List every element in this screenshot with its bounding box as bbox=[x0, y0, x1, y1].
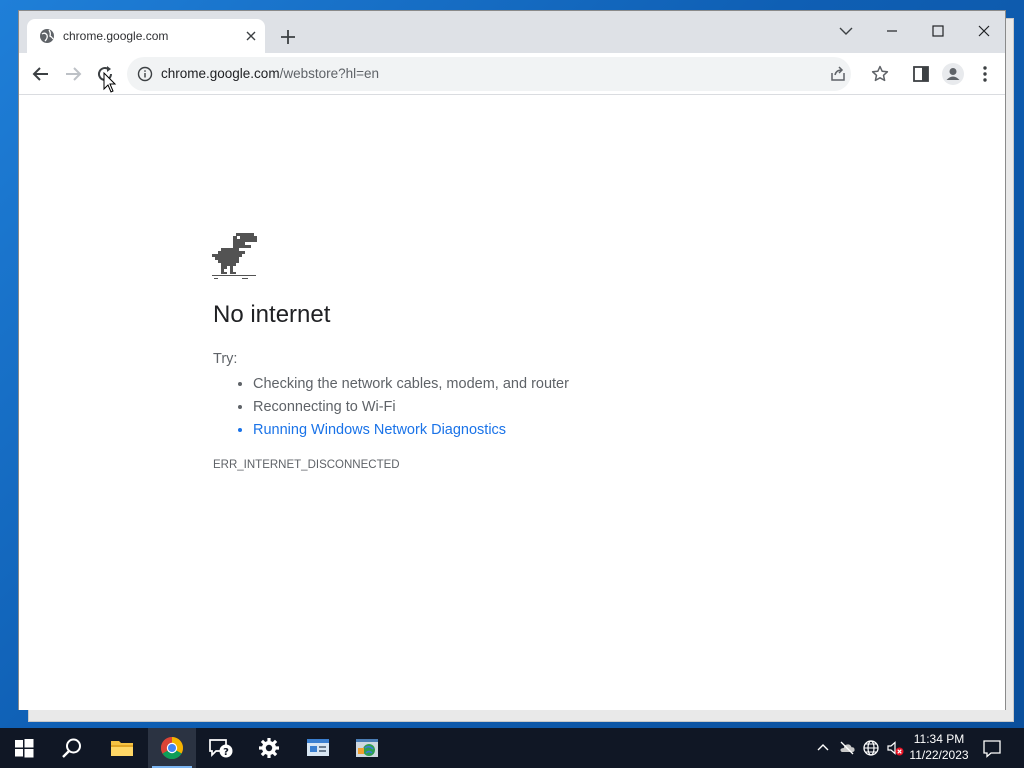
error-page: No internet Try: Checking the network ca… bbox=[19, 95, 1005, 710]
url-path: /webstore?hl=en bbox=[279, 66, 380, 81]
new-tab-icon[interactable] bbox=[277, 26, 299, 48]
suggestion-item: Checking the network cables, modem, and … bbox=[253, 373, 569, 396]
network-globe-icon[interactable] bbox=[862, 739, 880, 757]
taskbar: ? 11:34 PM 11/22/2023 bbox=[0, 728, 1024, 768]
menu-more-icon[interactable] bbox=[973, 62, 997, 86]
url-host: chrome.google.com bbox=[161, 66, 280, 81]
network-app-button[interactable] bbox=[343, 728, 391, 768]
minimize-icon[interactable] bbox=[877, 17, 907, 45]
search-button[interactable] bbox=[48, 728, 96, 768]
chrome-window: chrome.google.com chrome.google.com/webs… bbox=[18, 10, 1006, 710]
mouse-cursor-icon bbox=[103, 72, 117, 93]
search-icon bbox=[62, 738, 81, 758]
bookmark-star-icon[interactable] bbox=[870, 64, 890, 84]
profile-avatar-icon[interactable] bbox=[941, 62, 965, 86]
tab-title: chrome.google.com bbox=[63, 29, 169, 43]
system-info-icon bbox=[307, 739, 329, 756]
get-help-icon: ? bbox=[209, 739, 233, 758]
error-code: ERR_INTERNET_DISCONNECTED bbox=[213, 459, 400, 471]
settings-icon bbox=[259, 738, 279, 758]
try-label: Try: bbox=[213, 351, 238, 367]
offline-dino-icon bbox=[212, 233, 257, 279]
start-icon bbox=[15, 739, 34, 758]
share-icon[interactable] bbox=[829, 65, 847, 83]
maximize-icon[interactable] bbox=[923, 17, 953, 45]
tab-search-icon[interactable] bbox=[831, 17, 861, 45]
start-button[interactable] bbox=[0, 728, 48, 768]
error-title: No internet bbox=[213, 301, 331, 328]
side-panel-icon[interactable] bbox=[909, 62, 933, 86]
svg-text:?: ? bbox=[223, 747, 229, 758]
file-explorer-button[interactable] bbox=[98, 728, 146, 768]
file-explorer-icon bbox=[111, 741, 133, 756]
get-help-button[interactable]: ? bbox=[196, 728, 244, 768]
url-text: chrome.google.com/webstore?hl=en bbox=[161, 66, 379, 81]
forward-icon[interactable] bbox=[61, 62, 85, 86]
network-app-icon bbox=[356, 739, 378, 757]
suggestion-list: Checking the network cables, modem, and … bbox=[213, 373, 569, 442]
browser-tab[interactable]: chrome.google.com bbox=[27, 19, 265, 53]
close-window-icon[interactable] bbox=[969, 17, 999, 45]
address-bar[interactable]: chrome.google.com/webstore?hl=en bbox=[127, 57, 851, 91]
settings-button[interactable] bbox=[245, 728, 293, 768]
toolbar: chrome.google.com/webstore?hl=en bbox=[19, 53, 1005, 95]
clock-time: 11:34 PM bbox=[913, 732, 965, 746]
title-bar: chrome.google.com bbox=[19, 11, 1005, 53]
chrome-icon bbox=[161, 737, 183, 759]
close-tab-icon[interactable] bbox=[245, 30, 257, 42]
globe-icon bbox=[40, 29, 54, 43]
chevron-up-icon[interactable] bbox=[814, 739, 832, 757]
network-diagnostics-link[interactable]: Running Windows Network Diagnostics bbox=[253, 419, 569, 442]
notification-icon[interactable] bbox=[982, 738, 1002, 758]
volume-muted-icon[interactable] bbox=[886, 739, 904, 757]
system-clock[interactable]: 11:34 PM 11/22/2023 bbox=[903, 731, 975, 763]
onedrive-offline-icon[interactable] bbox=[838, 739, 856, 757]
system-info-button[interactable] bbox=[294, 728, 342, 768]
site-info-icon[interactable] bbox=[137, 66, 153, 82]
back-icon[interactable] bbox=[29, 62, 53, 86]
chrome-taskbar-button[interactable] bbox=[148, 728, 196, 768]
suggestion-item: Reconnecting to Wi-Fi bbox=[253, 396, 569, 419]
clock-date: 11/22/2023 bbox=[909, 748, 969, 762]
